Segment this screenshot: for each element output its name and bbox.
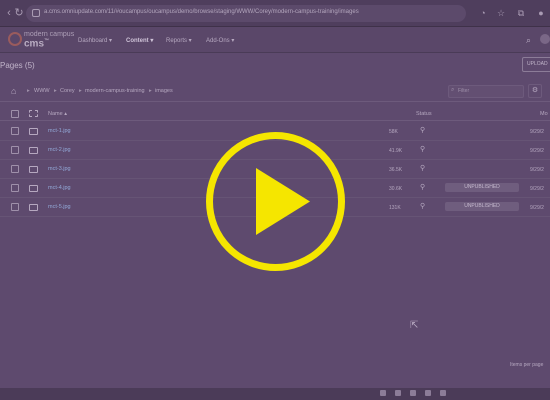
row-checkbox[interactable] — [11, 127, 19, 135]
filter-search-icon: ⌕ — [451, 87, 455, 93]
row-checkbox[interactable] — [11, 203, 19, 211]
lightbulb-icon[interactable]: ⚲ — [420, 145, 425, 153]
lightbulb-icon[interactable]: ⚲ — [420, 164, 425, 172]
modified-date: 9/29/2 — [530, 186, 544, 192]
upload-button[interactable]: UPLOAD — [522, 57, 550, 72]
breadcrumb-item-images[interactable]: images — [155, 88, 173, 94]
column-header-name-label: Name — [48, 111, 63, 117]
breadcrumb-separator: ▸ — [79, 88, 82, 94]
menu-dashboard[interactable]: Dashboard ▾ — [78, 37, 112, 44]
image-file-icon — [29, 166, 38, 173]
menu-add-ons[interactable]: Add-Ons ▾ — [206, 37, 234, 44]
file-size: 58K — [389, 129, 398, 135]
modified-date: 9/29/2 — [530, 129, 544, 135]
column-header-modified[interactable]: Mo — [540, 111, 548, 117]
menu-add-ons-label: Add-Ons — [206, 38, 230, 44]
menu-reports-label: Reports — [166, 38, 188, 44]
file-size: 36.5K — [389, 167, 403, 173]
breadcrumb-separator: ▸ — [27, 88, 30, 94]
image-file-icon — [29, 185, 38, 192]
file-name-link[interactable]: mct-1.jpg — [48, 128, 71, 134]
type-column-icon — [29, 110, 38, 117]
menu-content[interactable]: Content ▾ — [126, 37, 153, 44]
taskbar-app-icon[interactable] — [425, 390, 431, 396]
mouse-cursor-icon: ⇱ — [410, 320, 419, 331]
taskbar-app-icon[interactable] — [395, 390, 401, 396]
select-all-checkbox[interactable] — [11, 110, 19, 118]
breadcrumb-item-training[interactable]: modern-campus-training — [85, 88, 145, 94]
row-checkbox[interactable] — [11, 165, 19, 173]
modified-date: 9/29/2 — [530, 205, 544, 211]
page-title: Pages (5) — [0, 61, 35, 70]
image-file-icon — [29, 128, 38, 135]
modified-date: 9/29/2 — [530, 148, 544, 154]
menu-content-label: Content — [126, 38, 149, 44]
image-file-icon — [29, 147, 38, 154]
items-per-page-label: Items per page — [510, 362, 544, 368]
breadcrumb-item-corey[interactable]: Corey — [60, 88, 75, 94]
logo-mark-icon — [8, 32, 22, 46]
breadcrumb-item-www[interactable]: WWW — [34, 88, 50, 94]
lightbulb-icon[interactable]: ⚲ — [420, 126, 425, 134]
logo-text-bottom: cms™ — [24, 38, 49, 49]
column-header-name[interactable]: Name ▴ — [48, 111, 67, 117]
lightbulb-icon[interactable]: ⚲ — [420, 183, 425, 191]
url-text[interactable]: a.cms.omniupdate.com/11/#oucampus/oucamp… — [44, 9, 359, 15]
search-icon[interactable]: ⌕ — [526, 35, 531, 46]
modified-date: 9/29/2 — [530, 167, 544, 173]
file-name-link[interactable]: mct-2.jpg — [48, 147, 71, 153]
filter-placeholder: Filter — [458, 88, 470, 94]
filter-settings-icon[interactable]: ⚙ — [528, 84, 542, 98]
file-size: 41.9K — [389, 148, 403, 154]
menu-reports[interactable]: Reports ▾ — [166, 37, 192, 44]
row-checkbox[interactable] — [11, 146, 19, 154]
file-size: 30.6K — [389, 186, 403, 192]
play-icon — [256, 168, 310, 235]
profile-icon[interactable]: ● — [536, 8, 546, 18]
taskbar-app-icon[interactable] — [440, 390, 446, 396]
taskbar — [0, 388, 550, 400]
bookmark-icon[interactable]: ☆ — [496, 8, 506, 18]
status-badge: UNPUBLISHED — [445, 183, 519, 192]
logo-text-top: modern campus — [24, 31, 75, 38]
reload-icon[interactable]: ↻ — [12, 6, 26, 20]
extension-icon[interactable]: ◔ — [478, 8, 488, 18]
status-badge: UNPUBLISHED — [445, 202, 519, 211]
file-name-link[interactable]: mct-3.jpg — [48, 166, 71, 172]
breadcrumb-separator: ▸ — [54, 88, 57, 94]
row-checkbox[interactable] — [11, 184, 19, 192]
logo-cms: cms — [24, 38, 45, 50]
table-header-row — [0, 104, 550, 121]
file-size: 131K — [389, 205, 401, 211]
breadcrumb-separator: ▸ — [149, 88, 152, 94]
column-header-status[interactable]: Status — [416, 111, 432, 117]
lock-icon — [32, 9, 40, 17]
taskbar-app-icon[interactable] — [410, 390, 416, 396]
file-name-link[interactable]: mct-5.jpg — [48, 204, 71, 210]
menu-dashboard-label: Dashboard — [78, 38, 108, 44]
image-file-icon — [29, 204, 38, 211]
logo-trademark: ™ — [44, 38, 50, 44]
avatar[interactable] — [540, 34, 550, 44]
taskbar-app-icon[interactable] — [380, 390, 386, 396]
lightbulb-icon[interactable]: ⚲ — [420, 202, 425, 210]
play-button[interactable] — [205, 131, 346, 272]
file-name-link[interactable]: mct-4.jpg — [48, 185, 71, 191]
extensions-puzzle-icon[interactable]: ⧉ — [516, 8, 526, 18]
home-icon[interactable]: ⌂ — [11, 86, 16, 96]
